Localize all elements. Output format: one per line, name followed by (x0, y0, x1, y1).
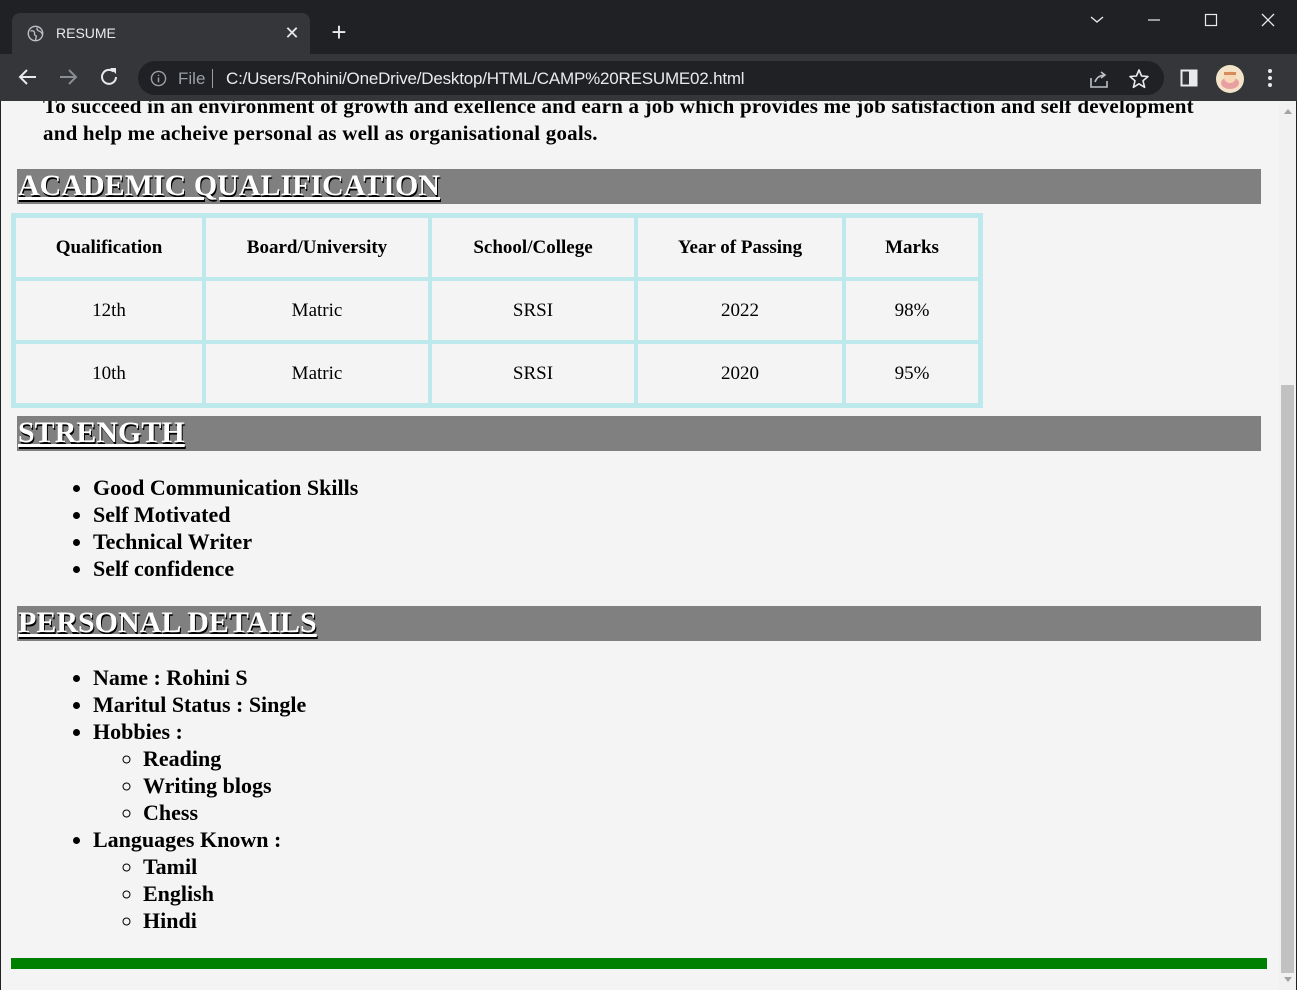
bookmark-star-icon[interactable] (1128, 68, 1150, 90)
omnibox-divider (212, 69, 213, 88)
list-item: English (143, 880, 306, 907)
table-header-row: Qualification Board/University School/Co… (15, 217, 979, 278)
scrollbar-thumb[interactable] (1281, 385, 1294, 973)
avatar-icon (1221, 71, 1239, 89)
tab-search-icon[interactable] (1082, 8, 1112, 34)
table-header-cell: Marks (845, 217, 979, 278)
globe-icon (27, 25, 44, 42)
list-item: Self Motivated (93, 501, 358, 528)
table-header-cell: Year of Passing (637, 217, 843, 278)
list-item: Good Communication Skills (93, 474, 358, 501)
list-item: Hindi (143, 907, 306, 934)
minimize-icon[interactable] (1139, 8, 1169, 34)
profile-avatar[interactable] (1216, 65, 1244, 93)
forward-arrow-icon[interactable] (55, 64, 81, 90)
scroll-up-arrow-icon[interactable] (1284, 109, 1292, 114)
maximize-icon[interactable] (1196, 8, 1226, 34)
hobbies-list: Reading Writing blogs Chess (143, 745, 306, 826)
strength-list: Good Communication Skills Self Motivated… (93, 474, 358, 582)
table-cell: SRSI (431, 280, 635, 341)
scroll-down-arrow-icon[interactable] (1284, 977, 1292, 982)
list-item: Writing blogs (143, 772, 306, 799)
table-cell: Matric (205, 343, 429, 404)
table-cell: 95% (845, 343, 979, 404)
strength-section-title: STRENGTH (18, 416, 185, 449)
back-arrow-icon[interactable] (15, 64, 41, 90)
table-cell: 2020 (637, 343, 843, 404)
tab-strip: RESUME ✕ + (0, 0, 1297, 54)
table-cell: Matric (205, 280, 429, 341)
address-bar[interactable]: File C:/Users/Rohini/OneDrive/Desktop/HT… (138, 61, 1164, 95)
table-cell: SRSI (431, 343, 635, 404)
tab-close-icon[interactable]: ✕ (283, 24, 301, 42)
list-item: Reading (143, 745, 306, 772)
list-item: Maritul Status : Single (93, 691, 306, 718)
url-text[interactable]: C:/Users/Rohini/OneDrive/Desktop/HTML/CA… (226, 69, 745, 89)
academic-section-title: ACADEMIC QUALIFICATION (18, 169, 440, 202)
table-header-cell: Qualification (15, 217, 203, 278)
share-icon[interactable] (1088, 68, 1110, 90)
list-item: Hobbies : Reading Writing blogs Chess (93, 718, 306, 826)
languages-label: Languages Known : (93, 827, 282, 852)
table-cell: 2022 (637, 280, 843, 341)
scheme-label: File (178, 69, 206, 88)
reload-icon[interactable] (96, 64, 122, 90)
window-close-icon[interactable] (1253, 8, 1283, 34)
list-item: Technical Writer (93, 528, 358, 555)
list-item: Self confidence (93, 555, 358, 582)
languages-list: Tamil English Hindi (143, 853, 306, 934)
hobbies-label: Hobbies : (93, 719, 183, 744)
tab-resume[interactable]: RESUME ✕ (12, 13, 310, 54)
list-item: Name : Rohini S (93, 664, 306, 691)
tab-title: RESUME (56, 25, 116, 41)
personal-section-title: PERSONAL DETAILS (18, 606, 317, 639)
page-viewport: To succeed in an environment of growth a… (1, 101, 1279, 990)
personal-section-header: PERSONAL DETAILS (17, 606, 1261, 641)
footer-bar (11, 958, 1267, 969)
personal-details-list: Name : Rohini S Maritul Status : Single … (93, 664, 306, 934)
kebab-menu-icon[interactable] (1259, 66, 1281, 90)
vertical-scrollbar[interactable] (1279, 101, 1296, 990)
qualification-table: Qualification Board/University School/Co… (11, 213, 983, 408)
browser-toolbar: File C:/Users/Rohini/OneDrive/Desktop/HT… (0, 54, 1297, 101)
side-panel-icon[interactable] (1180, 69, 1198, 87)
new-tab-button[interactable]: + (326, 19, 352, 46)
academic-section-header: ACADEMIC QUALIFICATION (17, 169, 1261, 204)
table-cell: 10th (15, 343, 203, 404)
table-row: 10th Matric SRSI 2020 95% (15, 343, 979, 404)
list-item: Chess (143, 799, 306, 826)
info-icon[interactable] (150, 70, 167, 87)
list-item: Tamil (143, 853, 306, 880)
table-cell: 98% (845, 280, 979, 341)
table-header-cell: School/College (431, 217, 635, 278)
table-row: 12th Matric SRSI 2022 98% (15, 280, 979, 341)
strength-section-header: STRENGTH (17, 416, 1261, 451)
table-header-cell: Board/University (205, 217, 429, 278)
table-cell: 12th (15, 280, 203, 341)
objective-text: To succeed in an environment of growth a… (43, 101, 1194, 145)
list-item: Languages Known : Tamil English Hindi (93, 826, 306, 934)
